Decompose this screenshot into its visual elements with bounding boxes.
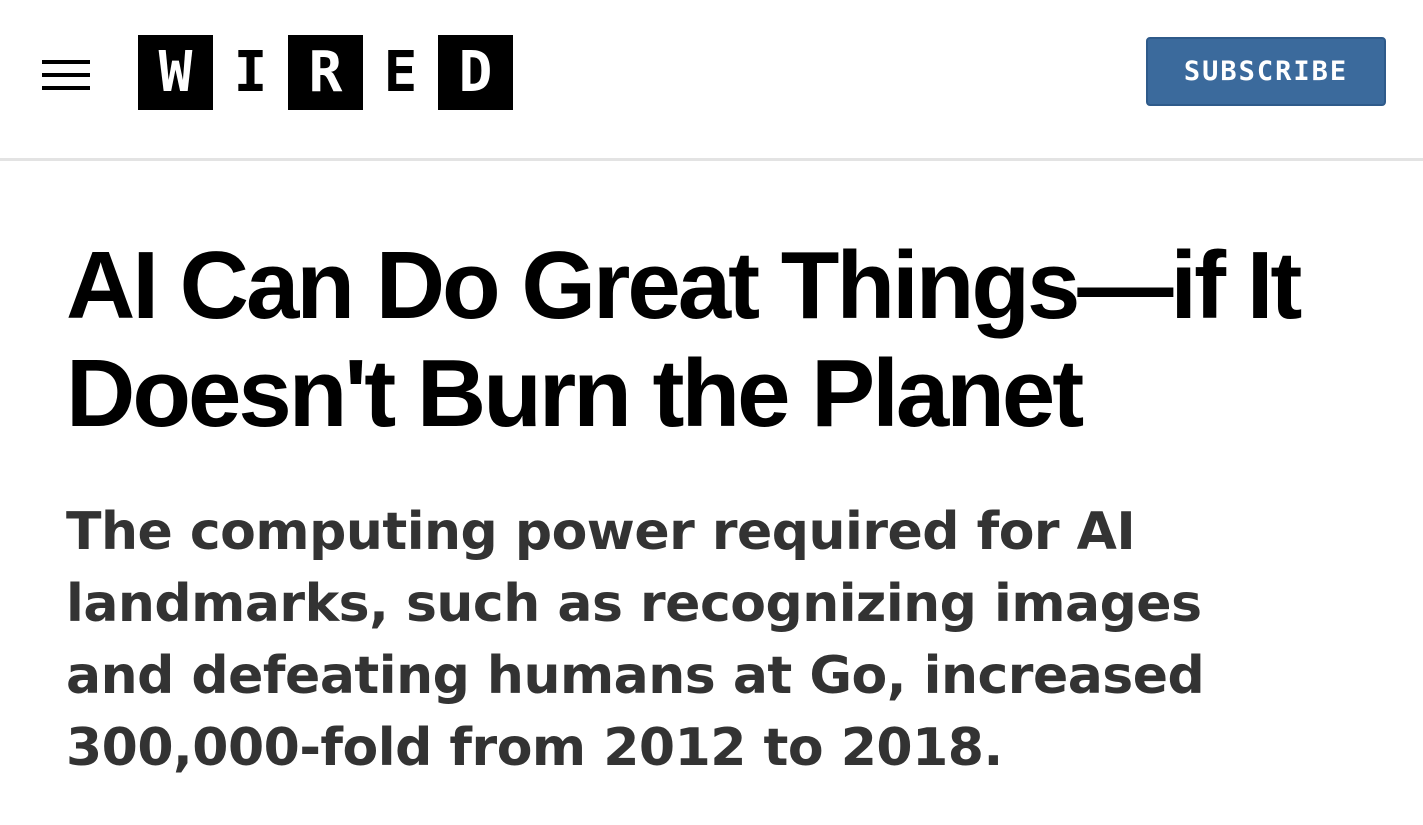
menu-bar-middle xyxy=(42,73,90,77)
article-headline: AI Can Do Great Things—if It Doesn't Bur… xyxy=(66,232,1302,447)
logo-letter-e: E xyxy=(363,35,438,110)
site-header: W I R E D SUBSCRIBE xyxy=(0,0,1423,161)
article-dek: The computing power required for AI land… xyxy=(66,502,1205,778)
menu-bar-bottom xyxy=(42,86,90,90)
logo-letter-i: I xyxy=(213,35,288,110)
wired-logo[interactable]: W I R E D xyxy=(138,35,513,110)
subscribe-button[interactable]: SUBSCRIBE xyxy=(1146,37,1386,106)
logo-letter-w: W xyxy=(138,35,213,110)
hamburger-menu-icon[interactable] xyxy=(38,56,94,100)
menu-bar-top xyxy=(42,60,90,64)
logo-letter-r: R xyxy=(288,35,363,110)
logo-letter-d: D xyxy=(438,35,513,110)
